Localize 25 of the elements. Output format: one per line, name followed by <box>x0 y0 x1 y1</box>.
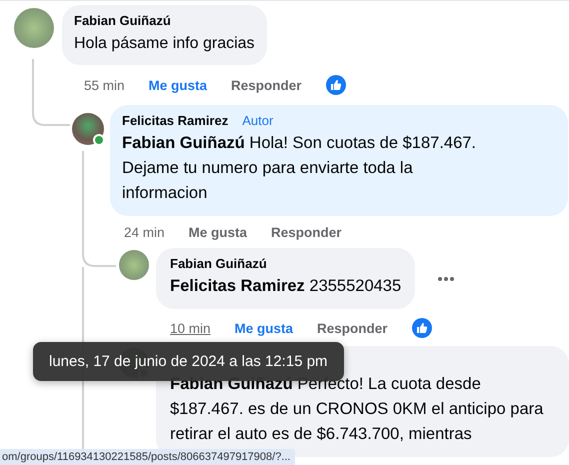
comment-text: Hola pásame info gracias <box>74 34 255 54</box>
avatar[interactable] <box>72 113 104 145</box>
like-link[interactable]: Me gusta <box>148 78 208 92</box>
comment-time[interactable]: 24 min <box>124 225 165 240</box>
thumbs-up-icon[interactable] <box>412 318 432 338</box>
comment-time[interactable]: 10 min <box>170 320 211 336</box>
reply-link[interactable]: Responder <box>317 320 388 336</box>
comment-text: Felicitas Ramirez 2355520435 <box>170 276 402 297</box>
author-name[interactable]: Fabian Guiñazú <box>170 256 267 272</box>
reply-link[interactable]: Responder <box>271 225 342 240</box>
status-bar-url: om/groups/116934130221585/posts/806637497917908/?... <box>0 449 294 465</box>
like-link[interactable]: Me gusta <box>188 225 248 240</box>
avatar[interactable] <box>119 250 149 280</box>
like-link[interactable]: Me gusta <box>234 320 294 336</box>
author-name[interactable]: Felicitas Ramirez <box>122 113 228 129</box>
avatar[interactable] <box>14 8 54 48</box>
comment-time[interactable]: 55 min <box>84 78 125 92</box>
thread-line <box>32 59 70 126</box>
reply-link[interactable]: Responder <box>231 78 302 92</box>
comment-text: Fabian Guiñazú Hola! Son cuotas de $187.467. Dejame tu numero para enviarte toda la informacion <box>122 133 478 204</box>
author-label: Autor <box>242 113 274 128</box>
thumbs-up-icon[interactable] <box>326 75 346 95</box>
author-name[interactable]: Fabian Guiñazú <box>74 13 171 29</box>
date-tooltip: lunes, 17 de junio de 2024 a las 12:15 pm <box>33 342 344 381</box>
more-options-icon[interactable] <box>437 276 456 282</box>
